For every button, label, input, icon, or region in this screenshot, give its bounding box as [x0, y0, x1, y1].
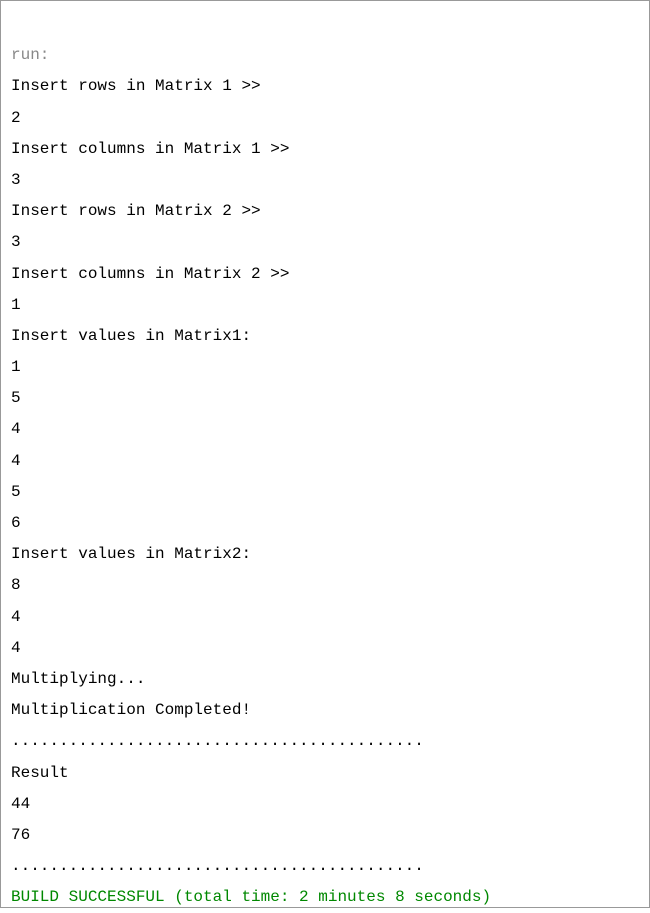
output-line: 8: [11, 576, 21, 594]
output-line: 4: [11, 639, 21, 657]
output-line: Insert rows in Matrix 2 >>: [11, 202, 261, 220]
output-line: 3: [11, 233, 21, 251]
output-line: ........................................…: [11, 732, 424, 750]
output-line: Result: [11, 764, 69, 782]
output-line: 4: [11, 608, 21, 626]
output-line: Multiplication Completed!: [11, 701, 251, 719]
output-line: Insert columns in Matrix 2 >>: [11, 265, 289, 283]
output-line: ........................................…: [11, 857, 424, 875]
output-line: Insert columns in Matrix 1 >>: [11, 140, 289, 158]
output-line: Insert values in Matrix1:: [11, 327, 251, 345]
output-line: 3: [11, 171, 21, 189]
output-line: 4: [11, 452, 21, 470]
output-line: 5: [11, 483, 21, 501]
output-line: 4: [11, 420, 21, 438]
output-line: Multiplying...: [11, 670, 145, 688]
build-status: BUILD SUCCESSFUL (total time: 2 minutes …: [11, 888, 491, 906]
output-line: 76: [11, 826, 30, 844]
console-output: run: Insert rows in Matrix 1 >> 2 Insert…: [11, 9, 639, 913]
output-line: 6: [11, 514, 21, 532]
output-line: 2: [11, 109, 21, 127]
output-line: 44: [11, 795, 30, 813]
output-line: 5: [11, 389, 21, 407]
run-header: run:: [11, 46, 49, 64]
output-line: Insert values in Matrix2:: [11, 545, 251, 563]
output-line: Insert rows in Matrix 1 >>: [11, 77, 261, 95]
output-line: 1: [11, 358, 21, 376]
output-line: 1: [11, 296, 21, 314]
